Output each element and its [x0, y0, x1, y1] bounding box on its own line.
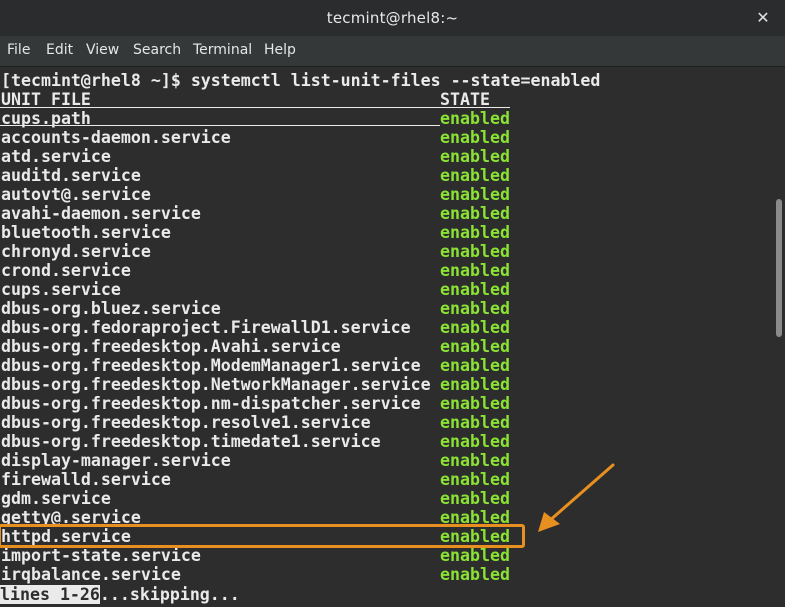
unit-state: enabled — [440, 261, 510, 280]
unit-state: enabled — [440, 489, 510, 508]
unit-file-name: dbus-org.freedesktop.resolve1.service — [1, 413, 371, 432]
menu-bar: File Edit View Search Terminal Help — [0, 36, 785, 67]
menu-terminal[interactable]: Terminal — [193, 42, 252, 58]
unit-state: enabled — [440, 223, 510, 242]
terminal-area[interactable]: [tecmint@rhel8 ~]$ systemctl list-unit-f… — [0, 67, 773, 607]
unit-file-name: dbus-org.freedesktop.ModemManager1.servi… — [1, 356, 421, 375]
unit-file-name: auditd.service — [1, 166, 141, 185]
unit-file-name: irqbalance.service — [1, 565, 181, 584]
unit-state: enabled — [440, 204, 510, 223]
pager-skipping: ...skipping... — [99, 585, 240, 604]
unit-state: enabled — [440, 337, 510, 356]
unit-state: enabled — [440, 242, 510, 261]
unit-state: enabled — [440, 451, 510, 470]
unit-file-name: dbus-org.bluez.service — [1, 299, 221, 318]
unit-state: enabled — [440, 432, 510, 451]
unit-file-name: crond.service — [1, 261, 131, 280]
unit-state: enabled — [440, 299, 510, 318]
annotation-arrow-icon — [538, 463, 615, 532]
unit-state: enabled — [440, 166, 510, 185]
window-title: tecmint@rhel8:~ — [326, 9, 459, 27]
unit-file-name: cups.service — [1, 280, 121, 299]
pager-status: lines 1-26...skipping... — [0, 585, 240, 604]
pager-lines: lines 1-26 — [0, 585, 100, 604]
unit-state: enabled — [440, 546, 510, 565]
scrollbar[interactable] — [773, 67, 785, 607]
unit-file-name: cups.path — [1, 109, 91, 128]
unit-state: enabled — [440, 413, 510, 432]
unit-file-name: dbus-org.freedesktop.timedate1.service — [1, 432, 381, 451]
unit-file-name: dbus-org.freedesktop.nm-dispatcher.servi… — [1, 394, 421, 413]
unit-state: enabled — [440, 280, 510, 299]
unit-state: enabled — [440, 147, 510, 166]
httpd-highlight-box — [0, 524, 525, 548]
menu-edit[interactable]: Edit — [46, 42, 73, 58]
title-bar[interactable]: tecmint@rhel8:~ ✕ — [0, 0, 785, 36]
unit-file-name: dbus-org.freedesktop.NetworkManager.serv… — [1, 375, 431, 394]
unit-file-name: accounts-daemon.service — [1, 128, 231, 147]
menu-view[interactable]: View — [86, 42, 119, 58]
unit-file-name: dbus-org.fedoraproject.FirewallD1.servic… — [1, 318, 411, 337]
unit-state: enabled — [440, 318, 510, 337]
unit-file-name: autovt@.service — [1, 185, 151, 204]
menu-help[interactable]: Help — [264, 42, 296, 58]
menu-search[interactable]: Search — [133, 42, 181, 58]
unit-file-name: import-state.service — [1, 546, 201, 565]
close-icon[interactable]: ✕ — [753, 8, 773, 28]
unit-file-name: avahi-daemon.service — [1, 204, 201, 223]
unit-state: enabled — [440, 394, 510, 413]
unit-state: enabled — [440, 375, 510, 394]
unit-file-name: atd.service — [1, 147, 111, 166]
unit-state: enabled — [440, 185, 510, 204]
unit-state: enabled — [440, 128, 510, 147]
prompt-line: [tecmint@rhel8 ~]$ systemctl list-unit-f… — [1, 71, 601, 90]
unit-file-name: firewalld.service — [1, 470, 171, 489]
unit-state: enabled — [440, 565, 510, 584]
unit-file-name: chronyd.service — [1, 242, 151, 261]
unit-state: enabled — [440, 470, 510, 489]
unit-file-name: gdm.service — [1, 489, 111, 508]
unit-state: enabled — [440, 109, 510, 128]
menu-file[interactable]: File — [7, 42, 30, 58]
unit-state: enabled — [440, 356, 510, 375]
scrollbar-thumb[interactable] — [776, 199, 782, 337]
unit-file-name: display-manager.service — [1, 451, 231, 470]
unit-file-name: bluetooth.service — [1, 223, 171, 242]
terminal-window: tecmint@rhel8:~ ✕ File Edit View Search … — [0, 0, 785, 607]
header-underline — [0, 107, 510, 108]
unit-file-name: dbus-org.freedesktop.Avahi.service — [1, 337, 341, 356]
